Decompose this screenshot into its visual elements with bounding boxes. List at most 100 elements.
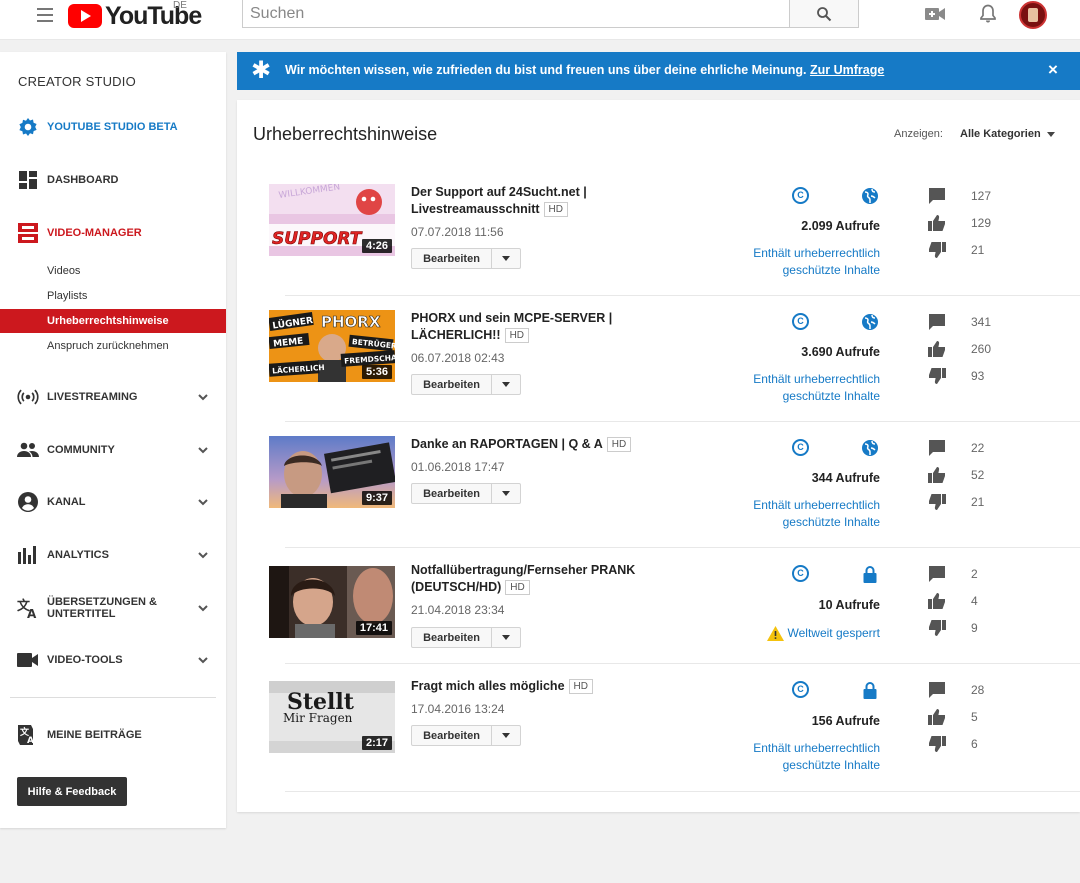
account-avatar[interactable] [1019, 1, 1047, 29]
dashboard-icon [17, 169, 39, 191]
upload-date: 01.06.2018 17:47 [411, 460, 505, 474]
sidebar-item-my-contributions[interactable]: 文A MEINE BEITRÄGE [0, 721, 226, 749]
sidebar-item-studio-beta[interactable]: YOUTUBE STUDIO BETA [0, 113, 226, 141]
sidebar-item-label: LIVESTREAMING [47, 391, 138, 403]
thumbs-down-icon [929, 242, 946, 258]
svg-text:Mir Fragen: Mir Fragen [283, 711, 353, 725]
video-row: 9:37 Danke an RAPORTAGEN | Q & A HD 01.06… [237, 436, 1080, 562]
edit-dropdown-icon[interactable] [492, 628, 520, 647]
edit-button[interactable]: Bearbeiten [411, 483, 521, 504]
sidebar-sub-videos[interactable]: Videos [0, 259, 226, 283]
globe-icon [862, 314, 878, 330]
sidebar-divider [10, 697, 216, 698]
copyright-icon: C [792, 565, 809, 582]
dislike-count: 9 [971, 621, 978, 635]
livestream-icon [17, 386, 39, 408]
edit-button[interactable]: Bearbeiten [411, 374, 521, 395]
account-circle-icon [17, 491, 39, 513]
translate-box-icon: 文A [17, 724, 39, 746]
edit-dropdown-icon[interactable] [492, 484, 520, 503]
video-row: 17:41 Notfallübertragung/Fernseher PRANK… [237, 562, 1080, 678]
copyright-status[interactable]: Weltweit gesperrt [727, 625, 880, 642]
video-row: LÜGNER PHORX MEME BETRÜGER FREMDSCHAM LÄ… [237, 310, 1080, 436]
sidebar-sub-label: Anspruch zurücknehmen [47, 340, 169, 352]
view-count: 3.690 Aufrufe [801, 345, 880, 359]
sidebar-sub-copyright-notices[interactable]: Urheberrechtshinweise [0, 309, 226, 333]
notifications-bell-icon[interactable] [976, 2, 1000, 26]
menu-icon[interactable] [37, 8, 53, 22]
sidebar-item-video-tools[interactable]: VIDEO-TOOLS [0, 646, 226, 674]
edit-dropdown-icon[interactable] [492, 249, 520, 268]
thumbs-down-icon [929, 620, 946, 636]
banner-text: Wir möchten wissen, wie zufrieden du bis… [285, 63, 885, 77]
video-thumbnail[interactable]: LÜGNER PHORX MEME BETRÜGER FREMDSCHAM LÄ… [269, 310, 395, 382]
asterisk-icon: ✱ [251, 57, 272, 84]
edit-button[interactable]: Bearbeiten [411, 248, 521, 269]
like-count: 260 [971, 342, 992, 356]
video-thumbnail[interactable]: 9:37 [269, 436, 395, 508]
upload-date: 21.04.2018 23:34 [411, 603, 505, 617]
edit-dropdown-icon[interactable] [492, 375, 520, 394]
video-manager-icon [17, 222, 39, 244]
sidebar-item-dashboard[interactable]: DASHBOARD [0, 166, 226, 194]
close-icon[interactable]: × [1048, 61, 1058, 79]
upload-date: 07.07.2018 11:56 [411, 225, 504, 239]
search-input[interactable] [243, 0, 789, 27]
row-divider [285, 295, 1080, 296]
row-divider [285, 421, 1080, 422]
search-box [242, 0, 790, 28]
sidebar-item-community[interactable]: COMMUNITY [0, 436, 226, 464]
video-duration: 9:37 [361, 491, 392, 505]
lock-icon [863, 682, 877, 699]
chevron-down-icon [198, 657, 208, 664]
edit-button[interactable]: Bearbeiten [411, 725, 521, 746]
video-title[interactable]: Fragt mich alles mögliche HD [411, 678, 641, 695]
video-title[interactable]: Der Support auf 24Sucht.net | Livestream… [411, 184, 641, 218]
video-thumbnail[interactable]: WILLKOMMEN SUPPORT 4:26 [269, 184, 395, 256]
video-row: Stellt Mir Fragen 2:17 Fragt mich alles … [237, 678, 1080, 792]
chevron-down-icon [198, 552, 208, 559]
comment-icon [929, 440, 945, 456]
like-count: 5 [971, 710, 978, 724]
copyright-status[interactable]: Enthält urheberrechtlich geschützte Inhal… [727, 497, 880, 531]
dislike-count: 21 [971, 495, 985, 509]
sidebar-item-livestreaming[interactable]: LIVESTREAMING [0, 383, 226, 411]
comment-icon [929, 566, 945, 582]
upload-video-icon[interactable] [923, 2, 947, 26]
video-thumbnail[interactable]: Stellt Mir Fragen 2:17 [269, 681, 395, 753]
copyright-icon: C [792, 313, 809, 330]
video-title[interactable]: PHORX und sein MCPE-SERVER | LÄCHERLICH!… [411, 310, 641, 344]
sidebar-item-label: KANAL [47, 496, 86, 508]
survey-link[interactable]: Zur Umfrage [810, 63, 884, 77]
sidebar-sub-playlists[interactable]: Playlists [0, 284, 226, 308]
sidebar-sub-retract-claim[interactable]: Anspruch zurücknehmen [0, 334, 226, 358]
row-divider [285, 791, 1080, 792]
sidebar-item-analytics[interactable]: ANALYTICS [0, 541, 226, 569]
sidebar-item-translations[interactable]: 文A ÜBERSETZUNGEN & UNTERTITEL [0, 594, 226, 622]
video-thumbnail[interactable]: 17:41 [269, 566, 395, 638]
edit-button[interactable]: Bearbeiten [411, 627, 521, 648]
copyright-status[interactable]: Enthält urheberrechtlich geschützte Inhal… [727, 245, 880, 279]
sidebar-title: CREATOR STUDIO [18, 74, 136, 89]
copyright-icon: C [792, 439, 809, 456]
like-count: 4 [971, 594, 978, 608]
edit-button-label: Bearbeiten [412, 249, 492, 268]
copyright-status[interactable]: Enthält urheberrechtlich geschützte Inhal… [727, 371, 880, 405]
sidebar-item-video-manager[interactable]: VIDEO-MANAGER [0, 219, 226, 247]
category-filter-dropdown[interactable]: Alle Kategorien [960, 128, 1055, 140]
sidebar-item-channel[interactable]: KANAL [0, 488, 226, 516]
copyright-status[interactable]: Enthält urheberrechtlich geschützte Inhal… [727, 740, 880, 774]
sidebar-sub-label: Videos [47, 265, 81, 277]
search-button[interactable] [789, 0, 859, 28]
video-title[interactable]: Danke an RAPORTAGEN | Q & A HD [411, 436, 641, 453]
edit-dropdown-icon[interactable] [492, 726, 520, 745]
help-feedback-button[interactable]: Hilfe & Feedback [17, 777, 127, 806]
video-title[interactable]: Notfallübertragung/Fernseher PRANK (DEUT… [411, 562, 641, 596]
upload-date: 17.04.2016 13:24 [411, 702, 505, 716]
thumbs-up-icon [928, 341, 945, 357]
video-camera-icon [17, 649, 39, 671]
view-count: 156 Aufrufe [811, 714, 880, 728]
sidebar-item-label: ANALYTICS [47, 549, 109, 561]
dropdown-arrow-icon [1046, 131, 1055, 137]
comment-count: 2 [971, 567, 978, 581]
